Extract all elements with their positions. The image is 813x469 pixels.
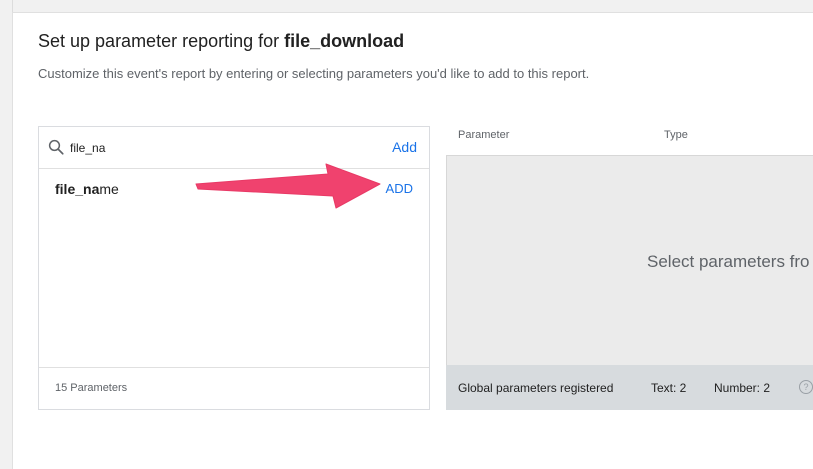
- result-match-text: file_na: [55, 181, 100, 197]
- empty-state-message: Select parameters fro: [647, 252, 810, 271]
- table-header: Parameter Type: [446, 126, 813, 155]
- global-number-count: Number: 2: [714, 381, 771, 395]
- search-input[interactable]: [70, 138, 370, 158]
- event-name: file_download: [284, 31, 405, 51]
- table-body: Select parameters fro: [446, 155, 813, 365]
- global-parameters-bar: Global parameters registered Text: 2 Num…: [446, 365, 813, 410]
- search-row: Add: [39, 127, 429, 169]
- page-title: Set up parameter reporting for file_down…: [38, 31, 405, 51]
- selected-parameters-table: Parameter Type Select parameters fro Glo…: [446, 126, 813, 410]
- global-text-count: Text: 2: [651, 381, 687, 395]
- result-parameter-name: file_name: [55, 181, 119, 197]
- page-subtitle: Customize this event's report by enterin…: [38, 66, 590, 81]
- search-icon: [48, 139, 64, 155]
- search-add-button[interactable]: Add: [392, 139, 417, 155]
- list-item: file_name ADD: [39, 169, 429, 205]
- column-header-parameter: Parameter: [458, 129, 510, 141]
- left-panel-footer: 15 Parameters: [39, 367, 429, 410]
- column-header-type: Type: [664, 129, 688, 141]
- global-parameters-label: Global parameters registered: [458, 381, 614, 395]
- parameter-count: 15 Parameters: [55, 382, 128, 394]
- add-parameter-button[interactable]: ADD: [386, 181, 413, 196]
- result-rest-text: me: [99, 181, 119, 197]
- help-icon[interactable]: ?: [799, 380, 813, 394]
- parameter-picker-panel: Add file_name ADD 15 Parameters: [38, 126, 430, 410]
- top-strip: [0, 0, 813, 12]
- parameter-reporting-card: Set up parameter reporting for file_down…: [12, 12, 813, 469]
